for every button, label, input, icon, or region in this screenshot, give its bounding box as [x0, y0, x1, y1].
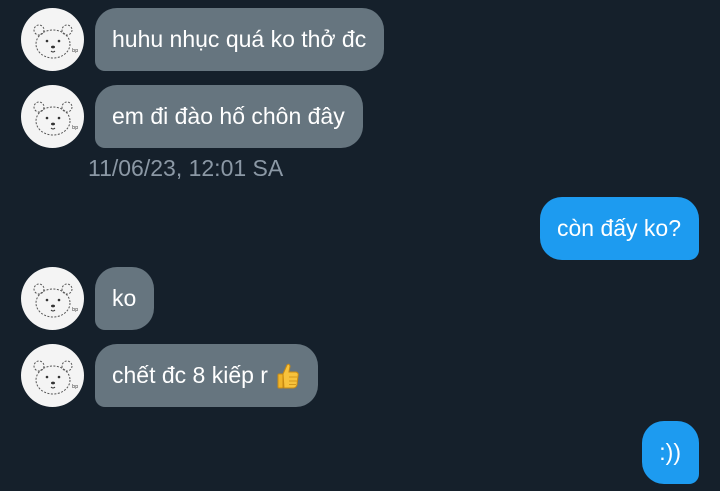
message-bubble-incoming[interactable]: chết đc 8 kiếp r [95, 344, 318, 407]
svg-text:bp: bp [72, 384, 78, 390]
bear-sketch-icon: bp [33, 360, 78, 395]
message-bubble-incoming[interactable]: ko [95, 267, 155, 330]
message-bubble-incoming[interactable]: huhu nhục quá ko thở đc [95, 8, 385, 71]
thumbs-up-icon [276, 362, 300, 390]
message-text: ko [112, 285, 137, 311]
svg-text:bp: bp [72, 307, 78, 313]
message-text: còn đấy ko? [556, 215, 681, 241]
avatar[interactable]: bp [21, 344, 84, 407]
message-bubble-outgoing[interactable]: còn đấy ko? [539, 197, 699, 260]
svg-text:bp: bp [72, 48, 78, 54]
bear-sketch-icon: bp [33, 283, 78, 318]
message-bubble-incoming[interactable]: em đi đào hố chôn đây [95, 85, 363, 148]
message-timestamp: 11/06/23, 12:01 SA [88, 155, 284, 181]
chat-thread: { "messages": [ {"id": "m1", "direction"… [0, 0, 720, 491]
svg-text:bp: bp [72, 125, 78, 131]
bear-sketch-icon: bp [33, 24, 78, 59]
bear-sketch-icon: bp [33, 101, 78, 136]
message-text: chết đc 8 kiếp r [112, 362, 268, 388]
message-bubble-outgoing[interactable]: :)) [642, 421, 699, 484]
avatar[interactable]: bp [21, 85, 84, 148]
message-text: em đi đào hố chôn đây [112, 103, 345, 129]
message-text: huhu nhục quá ko thở đc [112, 26, 367, 52]
message-text: :)) [659, 439, 681, 465]
avatar[interactable]: bp [21, 267, 84, 330]
avatar[interactable]: bp [21, 8, 84, 71]
